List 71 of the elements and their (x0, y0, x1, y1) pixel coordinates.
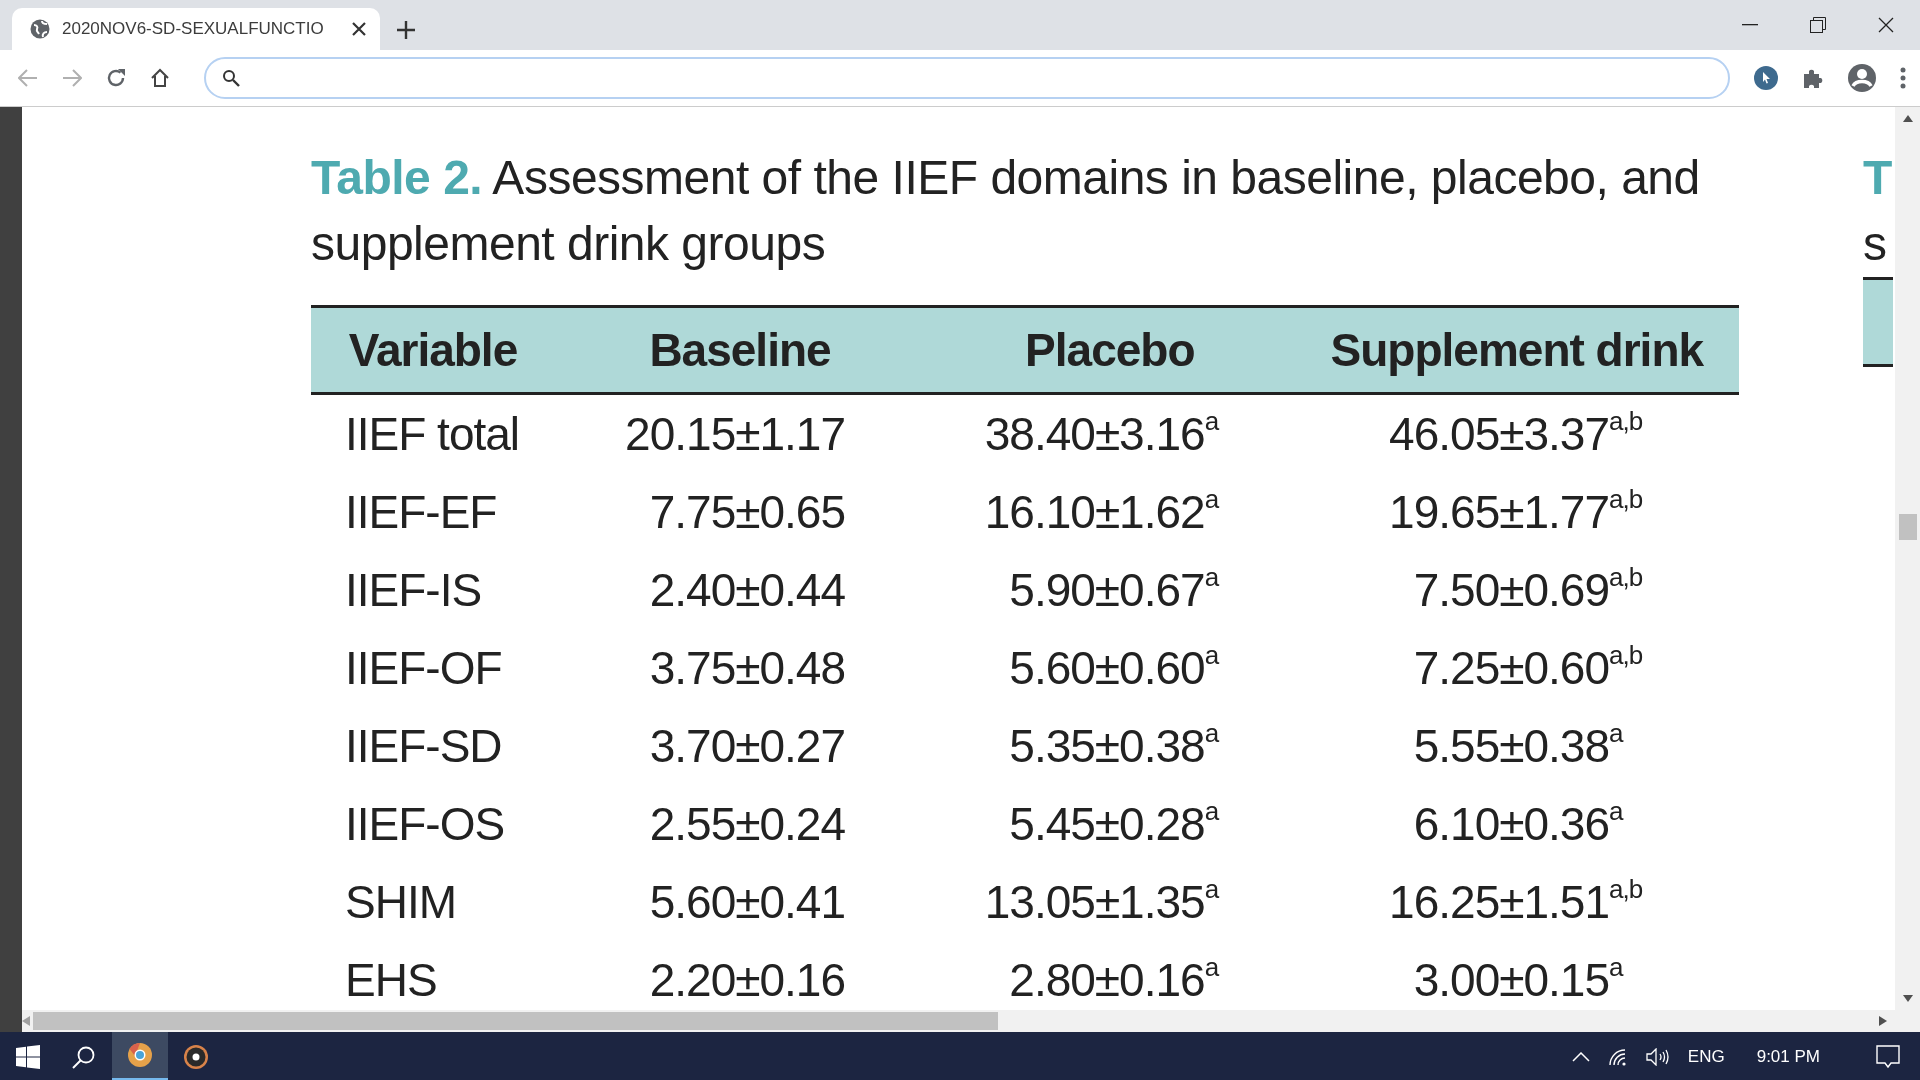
windows-start-icon[interactable] (16, 1044, 40, 1069)
up-arrow-icon[interactable] (1902, 115, 1913, 122)
table-cell-text: 13.05±1.35$^{a}$ (983, 873, 1220, 930)
right-arrow-icon[interactable] (1879, 1016, 1887, 1026)
column-header: Variable (311, 306, 555, 394)
vertical-scrollbar[interactable] (1895, 107, 1920, 1032)
table-cell-text: 5.45±0.28$^{a}$ (1008, 795, 1220, 852)
table-cell-text: 5.60±0.41 (648, 875, 846, 930)
table-cell-text: 19.65±1.77$^{a,b}$ (1388, 483, 1644, 540)
horizontal-scrollbar[interactable] (22, 1010, 1895, 1032)
column-header: Supplement drink (1294, 306, 1739, 394)
table-label: T (1863, 151, 1892, 204)
table-cell-text: 2.80±0.16$^{a}$ (1008, 951, 1220, 1008)
search-icon[interactable] (72, 1044, 96, 1069)
table-cell: 38.40±3.16$^{a}$ (925, 393, 1295, 473)
home-icon[interactable] (150, 68, 170, 88)
column-header: Baseline (555, 306, 925, 394)
notification-icon[interactable] (1876, 1044, 1900, 1069)
table-cell-text: SHIM (344, 875, 457, 930)
close-icon[interactable] (352, 22, 366, 36)
table-cell-text: EHS (344, 953, 438, 1008)
table-cell-text: IIEF-OF (344, 641, 503, 696)
plus-icon[interactable] (396, 20, 416, 40)
speaker-icon[interactable] (1645, 1047, 1670, 1066)
profile-icon[interactable] (1848, 64, 1876, 92)
down-arrow-icon[interactable] (1902, 995, 1913, 1002)
table-caption: Table 2. Assessment of the IIEF domains in baseline, placebo, and supplement drink groups (311, 150, 1701, 272)
table-cell-text: 2.20±0.16 (648, 953, 846, 1008)
table-cell-text: 6.10±0.36$^{a}$ (1412, 795, 1625, 852)
table-cell-text: IIEF-IS (344, 563, 483, 618)
table-cell-text: 5.60±0.60$^{a}$ (1008, 639, 1220, 696)
table-cell-text: 7.25±0.60$^{a,b}$ (1412, 639, 1644, 696)
table-cell-text: 16.25±1.51$^{a,b}$ (1388, 873, 1644, 930)
globe-icon[interactable] (30, 19, 50, 39)
table-cell-text: 5.55±0.38$^{a}$ (1412, 717, 1625, 774)
table-cell-text: 3.70±0.27 (648, 719, 846, 774)
scrollbar-thumb[interactable] (1898, 514, 1917, 540)
more-options-icon[interactable] (1900, 67, 1906, 89)
table-cell-text: 3.00±0.15$^{a}$ (1412, 951, 1625, 1008)
clock[interactable]: 9:01 PM (1756, 1046, 1820, 1067)
table-cell-text: 16.10±1.62$^{a}$ (983, 483, 1220, 540)
wifi-icon[interactable] (1607, 1047, 1628, 1066)
table-cell-text: IIEF-SD (344, 719, 503, 774)
chevron-up-icon[interactable] (1571, 1051, 1590, 1062)
tab-title: 2020NOV6-SD-SEXUALFUNCTIO (62, 19, 325, 39)
column-header: Placebo (925, 306, 1295, 394)
cursor-icon[interactable] (1754, 66, 1778, 90)
scrollbar-thumb[interactable] (33, 1012, 998, 1030)
caption-text: s (1863, 217, 1887, 270)
restore-icon (1810, 17, 1826, 33)
table-cell-text: 7.50±0.69$^{a,b}$ (1412, 561, 1644, 618)
browser-tab[interactable]: 2020NOV6-SD-SEXUALFUNCTIO (12, 8, 380, 50)
minimize-icon (1742, 24, 1758, 26)
table-cell-text: 5.35±0.38$^{a}$ (1008, 717, 1220, 774)
table-cell-text: 5.90±0.67$^{a}$ (1008, 561, 1220, 618)
puzzle-icon[interactable] (1802, 67, 1824, 89)
table-cell-text: 2.40±0.44 (648, 563, 846, 618)
table-cell-text: 7.75±0.65 (648, 485, 846, 540)
browser-icon[interactable] (127, 1042, 153, 1068)
search-icon (222, 69, 240, 87)
table-cell-text: IIEF-EF (344, 485, 498, 540)
table-cell-text: 2.55±0.24 (648, 797, 846, 852)
table-cell: 20.15±1.17 (555, 393, 925, 473)
reload-icon[interactable] (106, 68, 126, 88)
table-cell-text: 3.75±0.48 (648, 641, 846, 696)
close-icon (1878, 17, 1894, 33)
table-cell-text: IIEF-OS (344, 797, 506, 852)
language-indicator[interactable]: ENG (1687, 1046, 1725, 1067)
table-cell: 46.05±3.37$^{a,b}$ (1294, 393, 1739, 473)
table-cell: IIEF total (311, 393, 555, 473)
disc-icon[interactable] (183, 1043, 209, 1070)
